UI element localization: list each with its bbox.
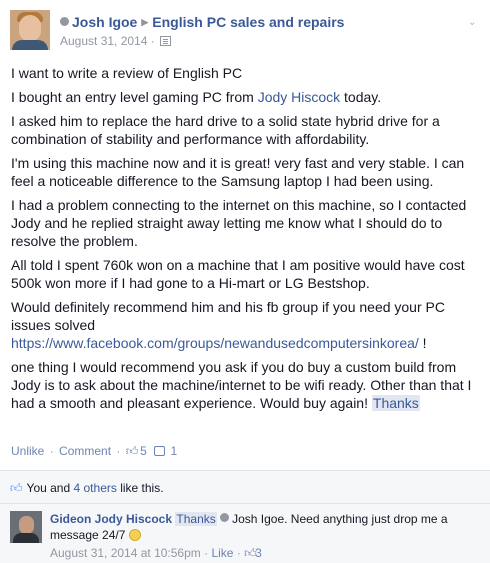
post-card: Josh Igoe ▶ English PC sales and repairs A…	[0, 0, 490, 563]
post-header: Josh Igoe ▶ English PC sales and repairs A…	[10, 10, 480, 54]
smile-emoji-icon	[128, 529, 141, 541]
action-separator: ·	[49, 444, 54, 458]
post-paragraph: one thing I would recommend you ask if y…	[11, 358, 481, 412]
group-privacy-icon[interactable]	[160, 36, 172, 46]
post-meta: August 31, 2014 ·	[60, 34, 172, 48]
mention-jody-link[interactable]: Jody Hiscock	[258, 89, 340, 105]
comment-separator: ·	[236, 546, 241, 560]
paragraph-text: Would definitely recommend him and his f…	[11, 299, 445, 333]
post-body: I want to write a review of English PC I…	[11, 64, 481, 418]
thanks-tag[interactable]: Thanks	[371, 395, 420, 411]
right-triangle-icon: ▶	[141, 17, 149, 27]
comment-time[interactable]: August 31, 2014 at 10:56pm	[50, 546, 201, 560]
paragraph-text: !	[418, 335, 427, 351]
like-thumb-icon[interactable]: 👍︎	[244, 545, 257, 560]
like-thumb-icon[interactable]: 👍︎	[126, 444, 139, 458]
action-separator: ·	[116, 444, 121, 458]
post-paragraph: All told I spent 760k won on a machine t…	[11, 257, 465, 291]
comment-meta: August 31, 2014 at 10:56pm · Like · 👍︎3	[50, 545, 470, 561]
avatar-body	[13, 533, 39, 543]
online-dot-icon	[60, 17, 69, 26]
group-url-link[interactable]: https://www.facebook.com/groups/newandus…	[11, 335, 419, 351]
post-title-line: Josh Igoe ▶ English PC sales and repairs	[60, 14, 344, 30]
author-name[interactable]: Josh Igoe	[72, 14, 137, 30]
commenter-name[interactable]: Gideon Jody Hiscock	[50, 512, 172, 526]
feedback-area: 👍︎ You and 4 others like this. Gideon Jod…	[0, 470, 490, 563]
comment-tag-josh[interactable]: Josh Igoe	[232, 512, 284, 526]
post-date[interactable]: August 31, 2014	[60, 34, 147, 48]
comment-link[interactable]: Comment	[59, 444, 111, 458]
likes-sentence: 👍︎ You and 4 others like this.	[10, 481, 164, 496]
comment-bubble-icon[interactable]	[154, 446, 166, 456]
comment-like-count[interactable]: 3	[255, 546, 262, 560]
post-actions: Unlike · Comment · 👍︎ 5 1	[11, 444, 177, 458]
likes-text: You and	[26, 481, 74, 495]
avatar-shirt	[12, 40, 48, 50]
like-thumb-icon: 👍︎	[10, 481, 23, 495]
comment-like-link[interactable]: Like	[211, 546, 233, 560]
like-count[interactable]: 5	[140, 444, 147, 458]
group-name[interactable]: English PC sales and repairs	[152, 14, 344, 30]
comment-count[interactable]: 1	[170, 444, 177, 458]
avatar-face	[19, 15, 41, 41]
chevron-down-icon[interactable]: ⌄	[468, 18, 478, 28]
comment-tag-thanks[interactable]: Thanks	[175, 512, 217, 526]
divider	[0, 503, 490, 504]
unlike-link[interactable]: Unlike	[11, 444, 44, 458]
paragraph-text: today.	[340, 89, 382, 105]
commenter-avatar[interactable]	[10, 511, 42, 543]
post-paragraph: I want to write a review of English PC	[11, 65, 243, 81]
paragraph-text: I bought an entry level gaming PC from	[11, 89, 258, 105]
author-avatar[interactable]	[10, 10, 50, 50]
avatar-face	[19, 516, 34, 534]
comment-separator: ·	[204, 546, 209, 560]
online-dot-icon	[220, 513, 230, 522]
likes-others-link[interactable]: 4 others	[74, 481, 117, 495]
post-paragraph: I had a problem connecting to the intern…	[11, 197, 467, 249]
post-paragraph: I asked him to replace the hard drive to…	[11, 113, 440, 147]
comment-text: Gideon Jody Hiscock Thanks Josh Igoe. Ne…	[50, 511, 470, 561]
post-paragraph: I'm using this machine now and it is gre…	[11, 155, 465, 189]
meta-separator: ·	[150, 34, 159, 48]
post-paragraph: Would definitely recommend him and his f…	[11, 298, 481, 352]
post-paragraph: I bought an entry level gaming PC from J…	[11, 88, 481, 106]
likes-text: like this.	[116, 481, 164, 495]
